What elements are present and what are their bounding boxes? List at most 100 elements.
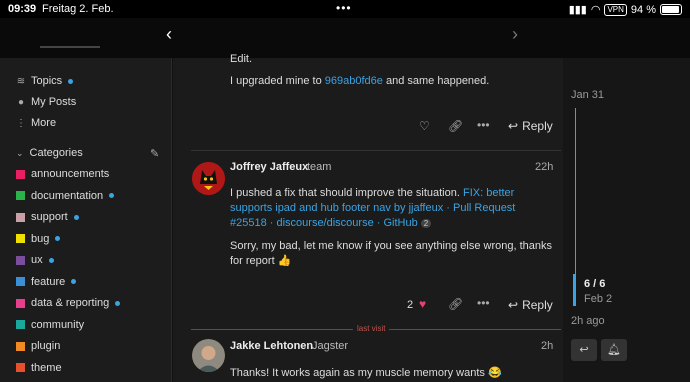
sidebar-item-label: Topics (31, 75, 63, 87)
post-edit-text: Edit. (230, 53, 253, 65)
post-body: I pushed a fix that should improve the s… (230, 186, 550, 231)
like-count[interactable]: 2 (407, 298, 413, 313)
new-activity-dot (55, 236, 61, 241)
post-text: and same happened. (382, 75, 490, 87)
wifi-icon: ◠ (590, 4, 601, 16)
timeline-ago[interactable]: 2h ago (571, 314, 605, 329)
heart-icon[interactable]: ♡ (419, 119, 430, 133)
sidebar-category-item[interactable]: announcements (16, 164, 109, 184)
category-color-swatch (16, 255, 25, 265)
sidebar-category-item[interactable]: data & reporting (16, 293, 121, 313)
site-logo[interactable] (40, 46, 100, 48)
post-text: Thanks! It works again as my muscle memo… (230, 367, 485, 379)
reply-topic-button[interactable]: ↩ (571, 339, 597, 361)
post-text: I upgraded mine to (230, 75, 325, 87)
reply-arrow-icon: ↩ (579, 344, 589, 356)
post-text: I pushed a fix that should improve the s… (230, 187, 463, 199)
layers-icon: ≋ (16, 75, 26, 87)
vpn-badge: VPN (604, 3, 627, 16)
cat-avatar-icon (192, 162, 225, 195)
post-time[interactable]: 2h (541, 340, 553, 352)
post-user-title: team (307, 161, 332, 173)
category-label: announcements (31, 168, 110, 180)
category-label: documentation (31, 189, 104, 202)
browser-toolbar: ‹ › (0, 18, 690, 58)
sidebar-category-item[interactable]: bug (16, 229, 61, 249)
timeline-scroll-track[interactable] (575, 108, 576, 298)
post-username[interactable]: Jakke Lehtonen (230, 340, 313, 352)
sidebar-item-label: My Posts (31, 96, 77, 108)
new-activity-dot (48, 257, 54, 263)
sidebar-item-more[interactable]: ⋮ More (16, 113, 56, 133)
post-username[interactable]: Joffrey Jaffeux (230, 161, 308, 173)
post-time[interactable]: 22h (535, 161, 553, 173)
commit-link[interactable]: 969ab0fd6e (325, 75, 383, 87)
topic-stream: Edit. I upgraded mine to 969ab0fd6e and … (173, 53, 563, 382)
sidebar: ≋ Topics ● My Posts ⋮ More ⌄ Categories … (0, 58, 172, 382)
user-photo-icon (192, 339, 225, 372)
link-icon[interactable]: 🔗︎ (448, 297, 463, 311)
category-label: theme (31, 361, 62, 374)
more-ellipsis-icon[interactable]: ••• (477, 118, 490, 132)
sidebar-category-item[interactable]: theme (16, 358, 62, 378)
sidebar-item-my-posts[interactable]: ● My Posts (16, 92, 76, 112)
reply-label: Reply (522, 298, 553, 312)
back-chevron-icon[interactable]: ‹ (166, 24, 172, 45)
link-icon[interactable]: 🔗︎ (448, 119, 463, 133)
sidebar-item-topics[interactable]: ≋ Topics (16, 71, 74, 91)
avatar[interactable] (192, 162, 225, 195)
sidebar-category-item[interactable]: plugin (16, 336, 60, 356)
multitask-dots-icon[interactable]: ••• (336, 1, 352, 15)
category-color-swatch (16, 320, 25, 329)
timeline-start-date[interactable]: Jan 31 (571, 88, 604, 103)
chevron-down-icon: ⌄ (16, 147, 24, 158)
thumbs-up-icon: 👍 (277, 255, 292, 267)
category-color-swatch (16, 341, 25, 351)
avatar[interactable] (192, 339, 225, 372)
category-color-swatch (16, 363, 25, 372)
sidebar-item-label: More (31, 117, 57, 129)
sidebar-category-item[interactable]: feature (16, 272, 77, 292)
user-icon: ● (17, 96, 25, 108)
battery-percent: 94 % (630, 3, 656, 16)
reply-label: Reply (522, 119, 553, 133)
status-indicators: ▮▮▮ ◠ VPN 94 % (569, 3, 682, 16)
new-activity-dot (73, 214, 79, 220)
reply-arrow-icon: ↩ (508, 298, 519, 312)
sidebar-category-item[interactable]: support (16, 207, 79, 227)
vertical-ellipsis-icon: ⋮ (16, 117, 26, 129)
categories-section-toggle[interactable]: ⌄ Categories (16, 147, 83, 159)
pencil-icon[interactable]: ✎ (150, 147, 159, 160)
new-activity-dot (68, 78, 74, 84)
category-label: plugin (31, 340, 61, 352)
click-count-badge: 2 (420, 219, 432, 228)
sidebar-category-item[interactable]: ux (16, 250, 54, 270)
post-body-second: Sorry, my bad, let me know if you see an… (230, 239, 555, 269)
bell-icon: 🔔︎ (607, 344, 621, 356)
category-label: community (31, 318, 85, 331)
timeline-position: 6 / 6 (584, 278, 606, 290)
category-label: ux (31, 254, 43, 266)
heart-filled-icon[interactable]: ♥ (419, 297, 426, 311)
post-body: Thanks! It works again as my muscle memo… (230, 366, 502, 381)
new-activity-dot (71, 279, 77, 284)
notifications-button[interactable]: 🔔︎ (601, 339, 627, 361)
signal-icon: ▮▮▮ (568, 4, 587, 16)
status-time: 09:39 (8, 3, 37, 15)
category-color-swatch (16, 277, 25, 286)
reply-button[interactable]: ↩ Reply (508, 119, 553, 133)
more-ellipsis-icon[interactable]: ••• (477, 296, 490, 310)
sidebar-category-item[interactable]: community (16, 315, 84, 335)
forward-chevron-icon[interactable]: › (512, 24, 518, 45)
last-visit-label: last visit (353, 324, 390, 333)
reply-button[interactable]: ↩ Reply (508, 298, 553, 312)
status-date: Freitag 2. Feb. (42, 3, 114, 15)
timeline-current-date: Feb 2 (584, 293, 613, 305)
sidebar-category-item[interactable]: documentation (16, 186, 115, 206)
post-body: I upgraded mine to 969ab0fd6e and same h… (230, 74, 489, 89)
category-label: data & reporting (31, 297, 110, 309)
category-label: support (31, 211, 68, 223)
category-color-swatch (16, 234, 25, 243)
new-activity-dot (109, 193, 115, 198)
timeline-scroll-handle[interactable] (573, 274, 576, 306)
